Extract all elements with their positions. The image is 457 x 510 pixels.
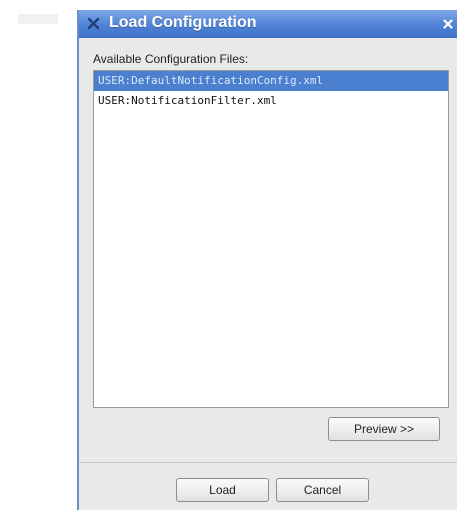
available-files-label: Available Configuration Files: <box>93 52 249 66</box>
close-icon <box>443 19 453 29</box>
list-item-notification-filter[interactable]: USER:NotificationFilter.xml <box>94 91 448 111</box>
cancel-button[interactable]: Cancel <box>276 478 369 502</box>
title-bar[interactable]: Load Configuration <box>79 10 457 38</box>
app-x-icon <box>87 17 100 30</box>
dialog-title: Load Configuration <box>109 14 257 31</box>
configuration-file-list[interactable]: USER:DefaultNotificationConfig.xml USER:… <box>93 70 449 408</box>
preview-button[interactable]: Preview >> <box>328 417 440 441</box>
list-item-default-notification-config[interactable]: USER:DefaultNotificationConfig.xml <box>94 71 448 91</box>
background-decoration <box>18 14 58 24</box>
load-configuration-dialog: Load Configuration Available Configurati… <box>77 10 457 510</box>
background-area <box>0 0 77 510</box>
load-button[interactable]: Load <box>176 478 269 502</box>
button-separator <box>79 462 457 463</box>
close-button[interactable] <box>437 11 457 37</box>
